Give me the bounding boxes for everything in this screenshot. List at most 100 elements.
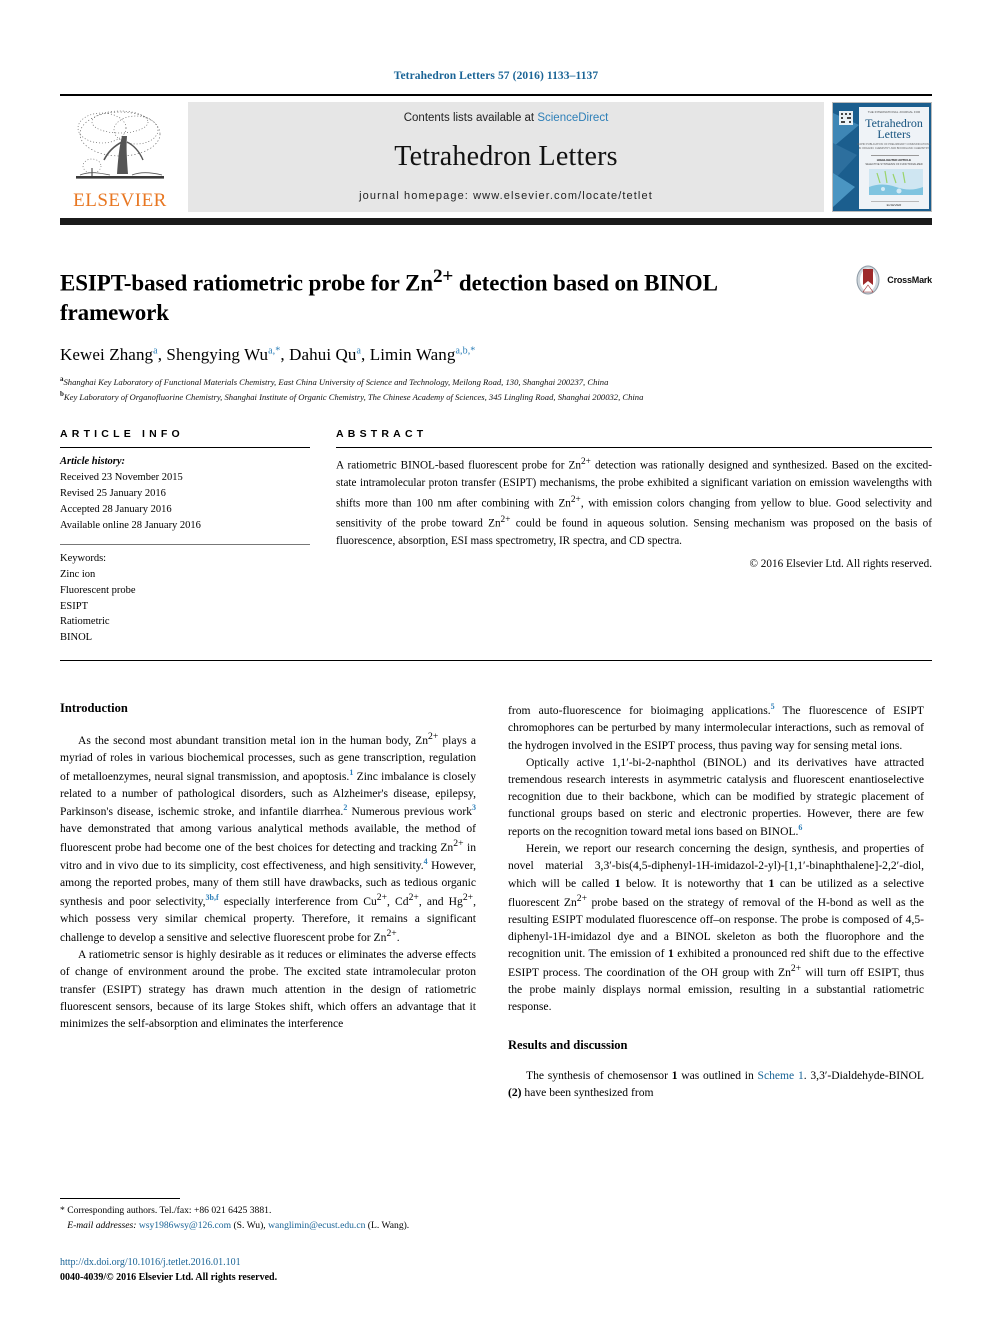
affiliation-list: aShanghai Key Laboratory of Functional M… xyxy=(60,374,932,404)
elsevier-tree-icon xyxy=(76,110,164,179)
svg-text:IN ORGANIC CHEMISTRY AND BIOOR: IN ORGANIC CHEMISTRY AND BIOORGANIC CHEM… xyxy=(859,146,930,150)
text-seg: below. It is noteworthy that xyxy=(620,876,769,890)
history-accepted: Accepted 28 January 2016 xyxy=(60,503,172,515)
keywords-label: Keywords: xyxy=(60,552,107,564)
text-seg: , and Hg xyxy=(418,894,463,908)
title-block: ESIPT-based ratiometric probe for Zn2+ d… xyxy=(60,265,932,404)
abstract-sup: 2+ xyxy=(580,456,591,467)
email-label: E-mail addresses: xyxy=(67,1219,137,1231)
left-column: Introduction As the second most abundant… xyxy=(60,701,476,1101)
text-seg: from auto-fluorescence for bioimaging ap… xyxy=(508,704,771,718)
abstract-heading: ABSTRACT xyxy=(336,427,428,440)
keyword-item: Zinc ion xyxy=(60,568,96,580)
abstract-text: A ratiometric BINOL-based fluorescent pr… xyxy=(336,448,932,551)
sup-charge: 2+ xyxy=(428,731,439,743)
affiliation-text: Shanghai Key Laboratory of Functional Ma… xyxy=(63,376,609,387)
author-name: Shengying Wu xyxy=(166,344,269,364)
keyword-item: Ratiometric xyxy=(60,616,110,628)
abstract-bottom-rule xyxy=(60,660,932,662)
article-history-block: Article history: Received 23 November 20… xyxy=(60,448,310,534)
text-seg: especially interference from Cu xyxy=(218,894,377,908)
issn-copyright-line: 0040-4039/© 2016 Elsevier Ltd. All right… xyxy=(60,1272,278,1283)
journal-cover-thumbnail[interactable]: THE INTERNATIONAL JOURNAL FOR Tetrahedro… xyxy=(832,102,932,212)
intro-paragraph-1: As the second most abundant transition m… xyxy=(60,730,476,946)
text-seg: . 3,3′-Dialdehyde-BINOL xyxy=(803,1068,924,1082)
text-seg: have demonstrated that among various ana… xyxy=(60,821,476,854)
email-owner-wu: (S. Wu), xyxy=(233,1219,266,1231)
intro-paragraph-2-continued: from auto-fluorescence for bioimaging ap… xyxy=(508,701,924,753)
affiliation-item: bKey Laboratory of Organofluorine Chemis… xyxy=(60,389,932,404)
crossmark-icon xyxy=(856,265,880,295)
abstract-copyright: © 2016 Elsevier Ltd. All rights reserved… xyxy=(749,558,933,571)
citation-ref[interactable]: 3b,f xyxy=(206,893,219,902)
author-marks: a,* xyxy=(268,344,281,356)
history-revised: Revised 25 January 2016 xyxy=(60,487,166,499)
results-paragraph-1: The synthesis of chemosensor 1 was outli… xyxy=(508,1067,924,1101)
sup-charge: 2+ xyxy=(408,892,419,904)
elsevier-logo: ELSEVIER xyxy=(60,102,180,212)
sciencedirect-link[interactable]: ScienceDirect xyxy=(537,112,608,124)
doi-link[interactable]: http://dx.doi.org/10.1016/j.tetlet.2016.… xyxy=(60,1255,476,1270)
journal-cover-art: THE INTERNATIONAL JOURNAL FOR Tetrahedro… xyxy=(833,103,931,211)
sup-charge: 2+ xyxy=(462,892,474,904)
author-name: Limin Wang xyxy=(369,344,456,364)
author-marks: a,b,* xyxy=(455,344,476,356)
contents-prefix: Contents lists available at xyxy=(403,112,538,124)
author-marks: a xyxy=(153,344,158,356)
crossmark-badge[interactable]: CrossMark xyxy=(853,265,932,295)
section-heading-results: Results and discussion xyxy=(508,1037,628,1052)
sup-charge: 2+ xyxy=(386,928,397,940)
author-name: Dahui Qu xyxy=(289,344,357,364)
section-heading-introduction: Introduction xyxy=(60,701,128,716)
citation-ref[interactable]: 6 xyxy=(798,823,802,832)
sup-charge: 2+ xyxy=(790,963,802,975)
article-history-label: Article history: xyxy=(60,455,126,467)
masthead-top-rule xyxy=(60,94,932,96)
keywords-block: Keywords: Zinc ion Fluorescent probe ESI… xyxy=(60,545,310,647)
svg-text:RAPID PUBLICATION OF PRELIMINA: RAPID PUBLICATION OF PRELIMINARY COMMUNI… xyxy=(857,142,930,146)
running-head: Tetrahedron Letters 57 (2016) 1133–1137 xyxy=(393,70,599,82)
author-marks: a xyxy=(356,344,362,356)
author-list: Kewei Zhanga, Shengying Wua,*, Dahui Qua… xyxy=(60,344,476,364)
journal-title: Tetrahedron Letters xyxy=(394,141,618,172)
title-superscript: 2+ xyxy=(432,266,454,287)
text-seg: was outlined in xyxy=(677,1068,758,1082)
email-note: E-mail addresses: wsy1986wsy@126.com (S.… xyxy=(60,1219,476,1233)
text-seg: As the second most abundant transition m… xyxy=(78,734,429,748)
masthead-bottom-rule xyxy=(60,218,932,225)
journal-homepage-line[interactable]: journal homepage: www.elsevier.com/locat… xyxy=(359,190,653,202)
footnote-block: * Corresponding authors. Tel./fax: +86 0… xyxy=(60,1198,476,1285)
abstract-seg: A ratiometric BINOL-based fluorescent pr… xyxy=(336,459,581,472)
email-address-wang[interactable]: wanglimin@ecust.edu.cn xyxy=(268,1220,365,1231)
text-seg: , Cd xyxy=(387,894,409,908)
keyword-item: BINOL xyxy=(60,632,93,644)
article-info-heading: ARTICLE INFO xyxy=(60,427,184,440)
affiliation-item: aShanghai Key Laboratory of Functional M… xyxy=(60,374,932,389)
article-info-column: ARTICLE INFO Article history: Received 2… xyxy=(60,428,310,646)
svg-text:Letters: Letters xyxy=(877,127,911,141)
svg-text:THE INTERNATIONAL JOURNAL FOR: THE INTERNATIONAL JOURNAL FOR xyxy=(868,110,921,114)
email-address-wu[interactable]: wsy1986wsy@126.com xyxy=(139,1220,231,1231)
text-seg: The synthesis of chemosensor xyxy=(526,1068,672,1082)
abstract-sup: 2+ xyxy=(500,514,511,525)
abstract-sup: 2+ xyxy=(570,494,581,505)
masthead-banner: Contents lists available at ScienceDirec… xyxy=(188,102,824,212)
info-abstract-region: ARTICLE INFO Article history: Received 2… xyxy=(60,428,932,646)
doi-block: http://dx.doi.org/10.1016/j.tetlet.2016.… xyxy=(60,1255,476,1285)
article-page: Tetrahedron Letters 57 (2016) 1133–1137 xyxy=(0,0,992,1323)
corresponding-author-note: * Corresponding authors. Tel./fax: +86 0… xyxy=(60,1205,272,1217)
scheme-link[interactable]: Scheme 1 xyxy=(758,1069,804,1082)
compound-label: (2) xyxy=(508,1085,522,1099)
affiliation-text: Key Laboratory of Organofluorine Chemist… xyxy=(63,391,644,402)
body-columns: Introduction As the second most abundant… xyxy=(60,701,932,1101)
text-seg: Numerous previous work xyxy=(347,804,472,818)
keyword-item: Fluorescent probe xyxy=(60,584,136,596)
right-column: from auto-fluorescence for bioimaging ap… xyxy=(508,701,924,1101)
crossmark-label: CrossMark xyxy=(887,275,932,285)
text-seg: . xyxy=(396,931,400,945)
footnote-rule xyxy=(60,1198,180,1200)
contents-list-line: Contents lists available at ScienceDirec… xyxy=(404,112,609,124)
sup-charge: 2+ xyxy=(453,837,464,849)
citation-ref[interactable]: 3 xyxy=(472,803,476,812)
intro-paragraph-2: A ratiometric sensor is highly desirable… xyxy=(60,948,476,1030)
